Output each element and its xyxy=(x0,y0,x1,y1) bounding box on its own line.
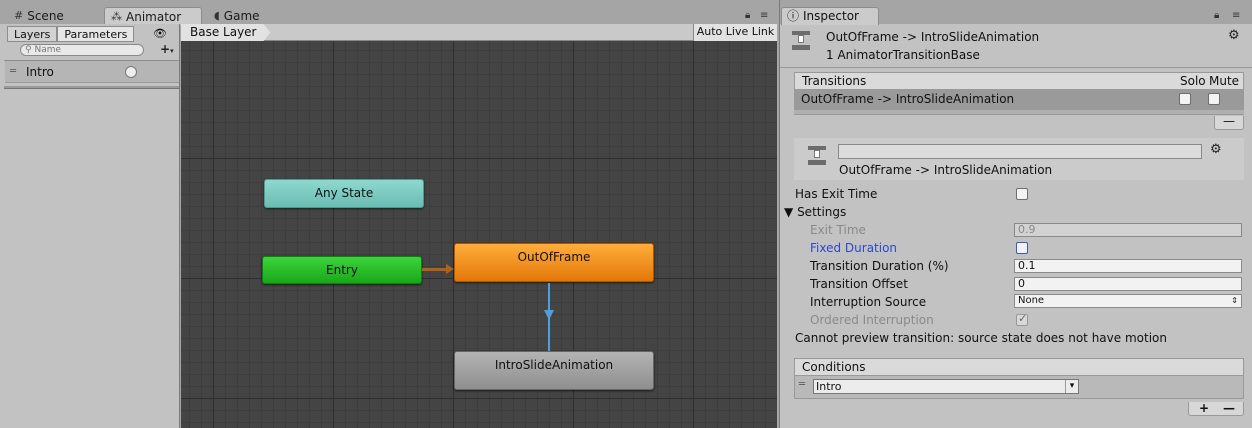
transitions-header: Transitions Solo Mute xyxy=(794,72,1244,90)
transition-row-label[interactable]: OutOfFrame -> IntroSlideAnimation xyxy=(801,92,1014,106)
transition-icon xyxy=(792,31,810,53)
tab-animator-label: Animator xyxy=(126,9,182,24)
inspector-tab-bar: ⓘ Inspector 🔒︎ ≡ xyxy=(780,0,1252,25)
foldout-arrow-icon: ▼ xyxy=(784,205,794,219)
inspector-title: OutOfFrame -> IntroSlideAnimation xyxy=(826,30,1040,44)
transitions-list: Transitions Solo Mute OutOfFrame -> Intr… xyxy=(794,72,1244,132)
tab-parameters[interactable]: Parameters xyxy=(57,26,135,42)
transition-offset-field[interactable]: 0 xyxy=(1014,277,1242,291)
mute-checkbox[interactable] xyxy=(1208,93,1220,105)
parameter-name[interactable]: Intro xyxy=(26,65,54,79)
exit-time-field: 0.9 xyxy=(1014,223,1242,237)
solo-column-label: Solo xyxy=(1180,74,1206,88)
remove-condition-button[interactable]: — xyxy=(1223,402,1235,414)
window-menu-icon[interactable]: ≡ xyxy=(760,10,768,21)
conditions-heading: Conditions xyxy=(802,360,866,374)
grid-icon: # xyxy=(14,9,24,22)
info-icon: ⓘ xyxy=(787,9,800,23)
condition-parameter-dropdown[interactable]: Intro xyxy=(813,379,1079,394)
window-menu-icon[interactable]: ≡ xyxy=(1232,10,1240,21)
search-input[interactable]: ⚲ Name xyxy=(20,44,144,56)
conditions-header: Conditions xyxy=(794,358,1244,376)
conditions-buttons: + — xyxy=(1188,402,1244,416)
tab-game-label: Game xyxy=(223,9,260,23)
list-footer xyxy=(4,86,179,89)
conditions-list: Conditions ═ Intro + — xyxy=(794,358,1244,416)
transitions-list-footer xyxy=(794,110,1244,115)
tab-game[interactable]: ◖ Game xyxy=(208,7,268,25)
tab-scene[interactable]: # Scene xyxy=(8,7,72,25)
breadcrumb-base-layer[interactable]: Base Layer xyxy=(181,24,271,41)
transitions-heading: Transitions xyxy=(802,74,867,88)
trigger-toggle[interactable] xyxy=(125,66,137,78)
transition-name-label: OutOfFrame -> IntroSlideAnimation xyxy=(839,163,1053,177)
graph-toolbar: Base Layer Auto Live Link xyxy=(181,24,777,41)
fixed-duration-label: Fixed Duration xyxy=(810,241,898,255)
pacman-icon: ◖ xyxy=(214,9,220,22)
parameters-panel: Layers Parameters 👁︎ ⚲ Name +▾ ═ Intro xyxy=(0,24,180,428)
drag-handle-icon[interactable]: ═ xyxy=(799,379,805,390)
interruption-source-label: Interruption Source xyxy=(810,295,927,309)
drag-handle-icon[interactable]: ═ xyxy=(10,66,16,77)
tab-inspector-label: Inspector xyxy=(803,9,859,23)
params-tabs: Layers Parameters xyxy=(7,26,135,42)
inspector-subtitle: 1 AnimatorTransitionBase xyxy=(826,48,980,62)
tab-scene-label: Scene xyxy=(27,9,64,23)
transition-icon xyxy=(808,146,826,168)
fixed-duration-checkbox[interactable] xyxy=(1016,242,1028,254)
animator-icon: ⁂ xyxy=(111,9,122,23)
state-node-any-state[interactable]: Any State xyxy=(264,179,424,208)
header-divider xyxy=(780,67,1252,68)
state-node-intro-slide-animation[interactable]: IntroSlideAnimation xyxy=(454,351,654,390)
transition-offset-label: Transition Offset xyxy=(810,277,908,291)
lock-icon[interactable]: 🔒︎ xyxy=(745,10,750,21)
state-node-out-of-frame[interactable]: OutOfFrame xyxy=(454,243,654,282)
ordered-interruption-checkbox xyxy=(1016,312,1028,326)
settings-foldout[interactable]: ▼ Settings xyxy=(784,205,846,219)
tab-layers[interactable]: Layers xyxy=(7,26,58,42)
transition-name-field[interactable] xyxy=(838,144,1202,159)
inspector-window: ⓘ Inspector 🔒︎ ≡ OutOfFrame -> IntroSlid… xyxy=(779,0,1252,428)
has-exit-time-label: Has Exit Time xyxy=(795,187,878,201)
mute-column-label: Mute xyxy=(1209,74,1240,88)
add-condition-button[interactable]: + xyxy=(1199,402,1209,414)
animator-window: # Scene ⁂ Animator ◖ Game 🔒︎ ≡ Layers Pa… xyxy=(0,0,778,428)
state-machine-graph[interactable]: Base Layer Auto Live Link Any State Entr… xyxy=(181,24,777,428)
gear-icon[interactable]: ⚙ xyxy=(1210,142,1222,157)
has-exit-time-checkbox[interactable] xyxy=(1016,188,1028,200)
transition-duration-label: Transition Duration (%) xyxy=(810,259,949,273)
solo-checkbox[interactable] xyxy=(1179,93,1191,105)
lock-icon[interactable]: 🔒︎ xyxy=(1214,10,1219,21)
settings-label: Settings xyxy=(797,205,847,219)
eye-icon[interactable]: 👁︎ xyxy=(153,27,167,40)
preview-message: Cannot preview transition: source state … xyxy=(795,331,1167,345)
remove-transition-button[interactable]: — xyxy=(1214,115,1244,130)
tab-animator[interactable]: ⁂ Animator xyxy=(104,7,202,25)
transition-detail-header: OutOfFrame -> IntroSlideAnimation ⚙ xyxy=(794,138,1244,180)
transition-duration-field[interactable]: 0.1 xyxy=(1014,259,1242,273)
exit-time-label: Exit Time xyxy=(810,223,866,237)
interruption-source-dropdown[interactable]: None xyxy=(1014,294,1242,308)
gear-icon[interactable]: ⚙ xyxy=(1228,28,1240,43)
window-tab-bar: # Scene ⁂ Animator ◖ Game 🔒︎ ≡ xyxy=(0,0,778,25)
tab-inspector[interactable]: ⓘ Inspector xyxy=(781,7,879,25)
search-icon: ⚲ xyxy=(25,45,32,55)
parameter-row-intro[interactable]: ═ Intro xyxy=(5,61,179,83)
auto-live-link-button[interactable]: Auto Live Link xyxy=(693,24,777,41)
search-placeholder: Name xyxy=(34,45,62,55)
transition-row[interactable]: OutOfFrame -> IntroSlideAnimation xyxy=(794,90,1244,110)
entry-arrow-head-icon xyxy=(446,264,454,274)
ordered-interruption-label: Ordered Interruption xyxy=(810,313,934,327)
condition-row[interactable]: ═ Intro xyxy=(794,376,1244,399)
add-parameter-button[interactable]: +▾ xyxy=(160,42,174,56)
transition-arrow-head-icon xyxy=(544,310,554,320)
state-node-entry[interactable]: Entry xyxy=(262,256,422,284)
